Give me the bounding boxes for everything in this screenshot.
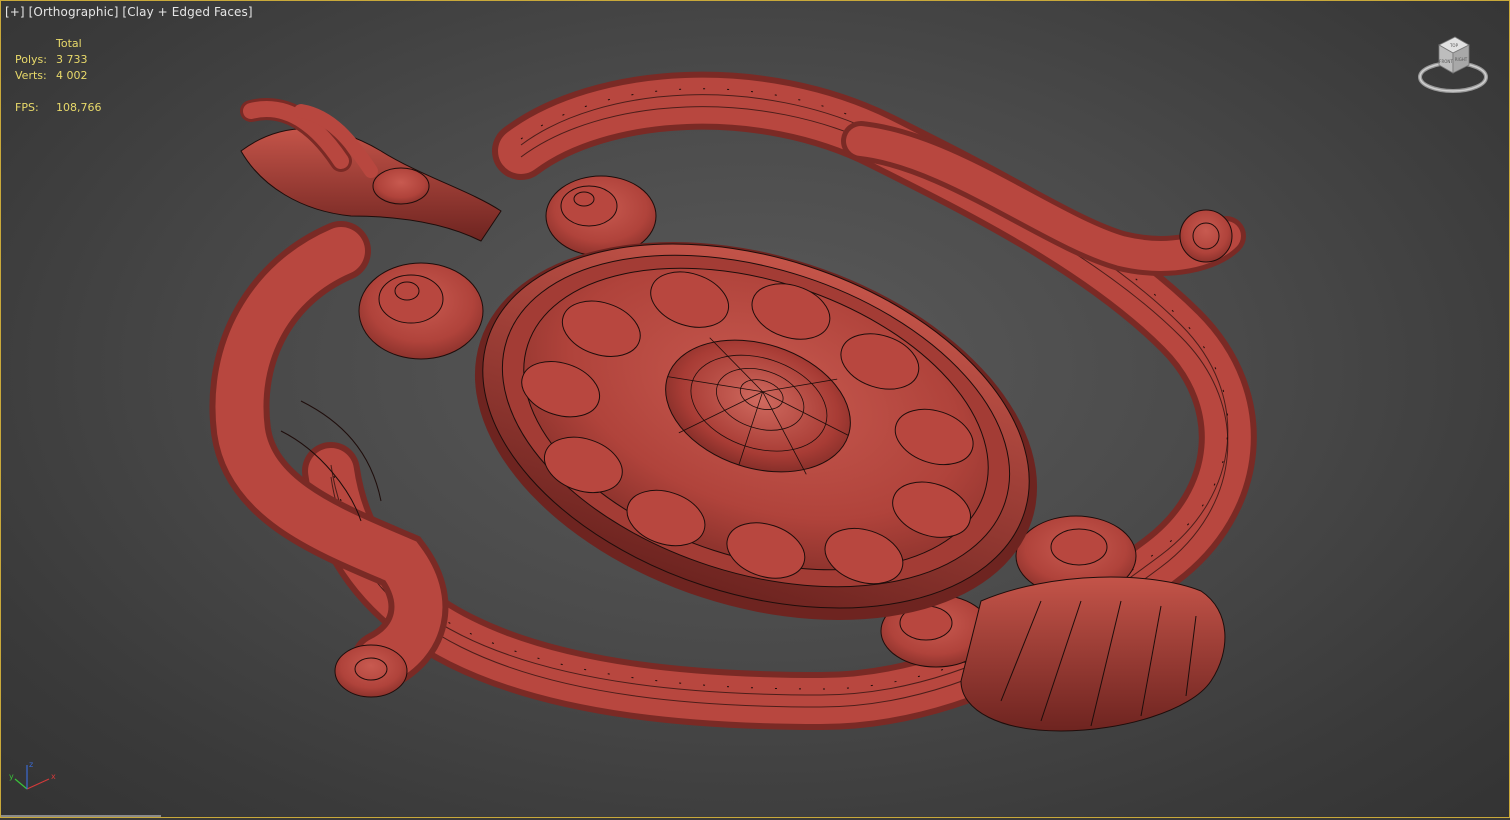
viewport-view-menu[interactable]: [Orthographic] [29, 5, 119, 19]
left-scroll [358, 262, 484, 360]
polys-label: Polys: [15, 53, 47, 66]
viewport-shading-menu[interactable]: [Clay + Edged Faces] [122, 5, 252, 19]
axis-z-label: z [29, 760, 33, 769]
viewport-bottom-strip [1, 815, 161, 817]
viewcube-front-label: FRONT [1439, 59, 1453, 64]
fps-value: 108,766 [56, 101, 102, 114]
stats-header: Total [56, 37, 82, 50]
ornament-model[interactable] [1, 1, 1509, 817]
axis-y-label: y [9, 772, 14, 781]
polys-value: 3 733 [56, 53, 88, 66]
axis-x-line [26, 778, 50, 790]
viewport[interactable]: [+] [Orthographic] [Clay + Edged Faces] … [0, 0, 1510, 818]
fps-label: FPS: [15, 101, 39, 114]
shell-fan [960, 576, 1226, 732]
viewcube-right-label: RIGHT [1455, 57, 1468, 62]
viewcube-top-label: TOP [1449, 43, 1459, 48]
viewport-label: [+] [Orthographic] [Clay + Edged Faces] [5, 5, 253, 19]
top-left-finial [240, 98, 502, 242]
axis-gizmo: x y z [9, 760, 56, 790]
axis-x-label: x [51, 772, 56, 781]
verts-value: 4 002 [56, 69, 88, 82]
axis-y-line [14, 778, 28, 790]
viewcube[interactable]: TOP FRONT RIGHT [1417, 33, 1489, 95]
viewport-menu-plus[interactable]: [+] [5, 5, 25, 19]
statistics-overlay: Total Polys: 3 733 Verts: 4 002 FPS: 108,76… [15, 36, 102, 116]
verts-label: Verts: [15, 69, 47, 82]
